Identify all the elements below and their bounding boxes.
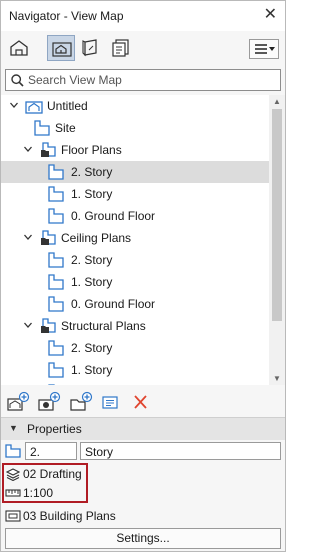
view-icon [5, 444, 21, 458]
model-view-option-value: 03 Building Plans [23, 509, 116, 523]
options-menu-button[interactable] [249, 39, 279, 59]
view-icon [48, 362, 64, 378]
view-id-value: 2. [30, 445, 41, 459]
search-box[interactable] [5, 69, 281, 91]
tree-item[interactable]: 2. Story [1, 337, 269, 359]
tree-item-label: 1. Story [71, 275, 113, 289]
save-view-button[interactable] [6, 391, 30, 413]
scroll-down-arrow-icon[interactable]: ▼ [273, 374, 281, 383]
model-view-option-row[interactable]: 03 Building Plans [1, 506, 285, 526]
view-icon [48, 340, 64, 356]
view-icon [48, 384, 55, 385]
folder-view-icon [41, 318, 56, 333]
tree-action-bar [1, 387, 285, 415]
view-icon [48, 164, 64, 180]
view-icon [48, 186, 64, 202]
properties-title: Properties [27, 422, 82, 436]
tree-item-label: 1. Story [71, 363, 113, 377]
publisher-sets-icon [112, 39, 129, 57]
tree-item[interactable]: 2. Story [1, 249, 269, 271]
properties-header[interactable]: ▼ Properties [1, 417, 285, 440]
tree-item[interactable]: Floor Plans [1, 139, 269, 161]
scrollbar-thumb[interactable] [272, 109, 282, 321]
tree-item[interactable]: Ceiling Plans [1, 227, 269, 249]
view-icon [48, 208, 64, 224]
new-folder-button[interactable] [69, 391, 93, 413]
title-bar: Navigator - View Map ✕ [1, 1, 285, 31]
expand-chevron-icon[interactable] [23, 320, 33, 330]
view-id-field[interactable]: 2. [25, 442, 77, 460]
tree-item[interactable]: 0. Ground Floor [1, 205, 269, 227]
hamburger-menu-icon [255, 44, 275, 54]
view-name-field[interactable]: Story [80, 442, 281, 460]
clone-view-button[interactable] [37, 391, 61, 413]
tree-item-label: Ceiling Plans [61, 231, 132, 245]
window-title: Navigator - View Map [9, 9, 124, 23]
folder-view-icon [41, 142, 56, 157]
view-map-icon [52, 42, 72, 57]
scroll-up-arrow-icon[interactable]: ▲ [273, 97, 281, 106]
view-icon [48, 296, 64, 312]
project-map-button[interactable] [5, 35, 33, 61]
search-input[interactable] [28, 72, 274, 88]
tree-item-label: 2. Story [71, 341, 113, 355]
view-name-value: Story [85, 445, 114, 459]
settings-button[interactable]: Settings... [5, 528, 281, 549]
properties-id-row: 2. Story [1, 441, 285, 461]
delete-button[interactable] [129, 391, 153, 413]
tree-item[interactable]: 1. Story [1, 359, 269, 381]
collapse-arrow-icon[interactable]: ▼ [9, 423, 18, 433]
view-icon [48, 274, 64, 290]
save-view-icon [7, 391, 30, 411]
clone-view-icon [38, 391, 61, 411]
tree-item-label: 2. Story [71, 253, 113, 267]
tree-item-label: Structural Plans [61, 319, 146, 333]
tree-item[interactable]: 2. Story [1, 161, 269, 183]
tree-item[interactable]: 1. Story [1, 183, 269, 205]
view-settings-button[interactable] [99, 391, 123, 413]
publisher-sets-button[interactable] [107, 35, 135, 61]
model-view-option-icon [5, 510, 21, 522]
expand-chevron-icon[interactable] [23, 232, 33, 242]
folder-view-icon [41, 230, 56, 245]
tree-item-label: 0. Ground Floor [71, 297, 156, 311]
view-map-button[interactable] [47, 35, 75, 61]
tree-item-label: 1. Story [71, 187, 113, 201]
tree-item[interactable]: 1. Story [1, 271, 269, 293]
tree-item[interactable]: Site [1, 117, 269, 139]
tree-item-label: 0. Ground Floor [71, 209, 156, 223]
tree-item-label: Site [55, 121, 76, 135]
expand-chevron-icon[interactable] [9, 100, 19, 110]
close-icon[interactable]: ✕ [264, 6, 277, 24]
tree-item[interactable]: Untitled [1, 95, 269, 117]
tree-item[interactable] [1, 381, 269, 385]
tree-item-label: Floor Plans [61, 143, 122, 157]
expand-chevron-icon[interactable] [23, 144, 33, 154]
tree-scrollbar[interactable]: ▲ ▼ [269, 95, 285, 385]
view-settings-icon [102, 396, 118, 409]
tree-item[interactable]: Structural Plans [1, 315, 269, 337]
annotation-highlight-box [2, 463, 88, 503]
delete-icon [134, 395, 147, 409]
tree-item-label: 2. Story [71, 165, 113, 179]
navigator-palette: Navigator - View Map ✕ Search View Map U… [0, 0, 286, 552]
project-map-icon [10, 40, 28, 56]
tree-item[interactable]: 0. Ground Floor [1, 293, 269, 315]
view-map-tree: Untitled Site Floor Plans 2. Story 1. Story 0… [1, 95, 269, 385]
view-icon [34, 120, 50, 136]
project-icon [25, 101, 43, 114]
new-folder-icon [70, 391, 93, 411]
search-icon [11, 74, 24, 87]
layout-book-button[interactable] [77, 35, 105, 61]
view-icon [48, 252, 64, 268]
layout-book-icon [82, 39, 97, 57]
navigator-toolbar [1, 31, 285, 65]
tree-item-label: Untitled [47, 99, 88, 113]
